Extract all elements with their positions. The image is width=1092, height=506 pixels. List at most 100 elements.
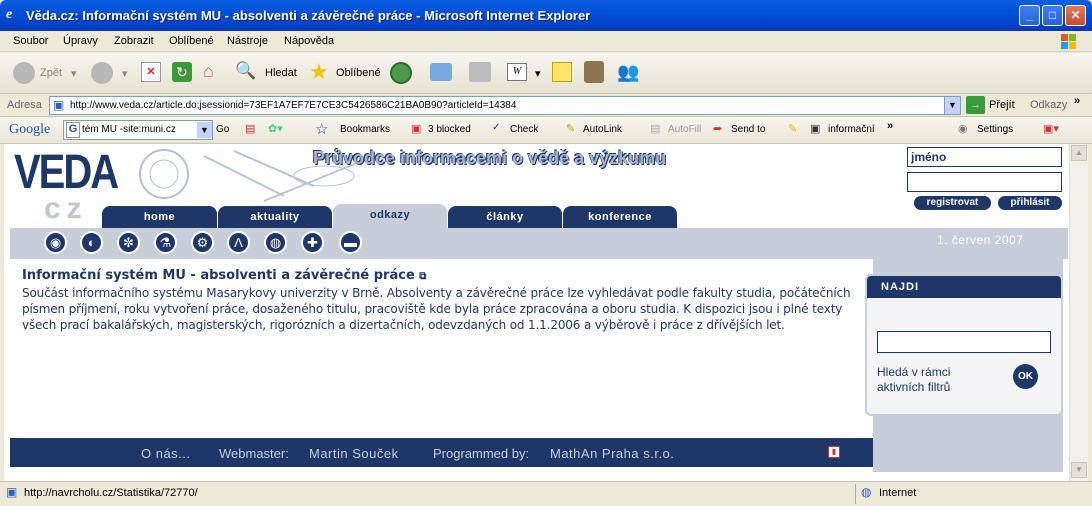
go-button[interactable]: Přejít [989,99,1015,111]
home-icon[interactable]: ⌂ [203,61,225,83]
tab-clanky[interactable]: články [448,206,562,228]
settings-icon[interactable]: ◉ [958,122,968,135]
send-to-button[interactable]: Send to [731,124,765,135]
popup-blocker-icon[interactable]: ▣ [411,122,421,135]
autofill-icon[interactable]: ▤ [650,122,660,135]
scroll-down-icon[interactable]: ▼ [1071,462,1087,478]
status-bar: ▣ http://navrcholu.cz/Statistika/72770/ … [0,481,1092,506]
favorites-icon[interactable]: ★ [309,59,329,85]
tab-konference[interactable]: konference [563,206,677,228]
menu-soubor[interactable]: Soubor [13,35,48,47]
programmer-link[interactable]: MathAn Praha s.r.o. [550,446,674,461]
webmaster-link[interactable]: Martin Souček [309,446,399,461]
mail-icon[interactable] [430,63,452,81]
category-ship-icon[interactable]: ▬ [339,231,362,254]
highlight-icon[interactable]: ✎ [788,122,797,135]
site-search-input[interactable] [877,331,1051,353]
google-search-input[interactable]: G tém MU -site:muni.cz ▼ [63,120,213,140]
category-tools-icon[interactable]: ✚ [301,231,324,254]
news-icon[interactable]: ▤ [245,122,255,135]
edit-dropdown-icon[interactable]: ▾ [535,67,541,80]
password-input[interactable] [907,172,1062,192]
menu-oblibene[interactable]: Oblíbené [169,35,214,47]
tab-aktuality[interactable]: aktuality [218,206,332,228]
menu-nastroje[interactable]: Nástroje [227,35,268,47]
status-page-icon: ▣ [6,485,18,499]
category-geometry-icon[interactable]: ◐ [80,231,103,254]
google-logo[interactable]: Google [9,122,50,138]
category-lab-icon[interactable]: ⚗ [154,231,177,254]
autofill-button[interactable]: AutoFill [668,124,701,135]
category-owl-icon[interactable]: ◉ [44,231,67,254]
about-link[interactable]: O nás... [141,446,191,461]
favorites-label[interactable]: Oblíbené [336,67,381,79]
statistics-counter-icon[interactable]: ▮ [828,446,840,458]
scroll-up-icon[interactable]: ▲ [1071,145,1087,161]
search-label[interactable]: Hledat [265,67,297,79]
programmed-label: Programmed by: [433,446,530,461]
google-query[interactable]: tém MU -site:muni.cz [82,124,176,135]
register-button[interactable]: registrovat [914,196,991,210]
links-label[interactable]: Odkazy [1030,99,1067,111]
edit-word-icon[interactable]: W [507,63,527,81]
history-icon[interactable] [390,62,412,84]
address-dropdown-icon[interactable]: ▼ [944,97,960,114]
discuss-icon[interactable] [552,62,572,82]
page-icon: ▣ [53,98,65,112]
web-page: VEDA cz Průvodce informacemi o vědě a vý… [4,144,1069,481]
status-url: http://navrcholu.cz/Statistika/72770/ [24,487,198,499]
google-dropdown-icon[interactable]: ▼ [197,122,212,138]
address-input[interactable]: ▣ http://www.veda.cz/article.do;jsession… [49,96,961,115]
popups-blocked[interactable]: 3 blocked [428,124,471,135]
spellcheck-icon[interactable]: ✓ [492,122,500,133]
category-atom-icon[interactable]: ✼ [117,231,140,254]
forward-icon[interactable] [91,62,113,84]
site-logo-cz: cz [44,192,88,225]
vertical-scrollbar[interactable]: ▲ ▼ [1069,144,1088,481]
tab-odkazy[interactable]: odkazy [333,204,447,228]
pagerank-icon[interactable]: ✿▾ [268,122,283,135]
article-title[interactable]: Informační systém MU - absolventi a závě… [22,268,426,283]
category-bike-icon[interactable]: ⚙ [191,231,214,254]
check-button[interactable]: Check [510,124,538,135]
menu-zobrazit[interactable]: Zobrazit [114,35,154,47]
address-url[interactable]: http://www.veda.cz/article.do;jsessionid… [70,100,516,111]
minimize-button[interactable]: _ [1019,5,1040,26]
back-icon[interactable] [13,62,35,84]
go-arrow-icon[interactable]: → [966,96,985,114]
forward-dropdown-icon[interactable]: ▾ [122,67,128,80]
more-chevron-icon[interactable]: » [887,120,893,132]
back-dropdown-icon[interactable]: ▾ [71,67,77,80]
stop-icon[interactable]: ✕ [141,62,161,82]
autolink-icon[interactable]: ✎ [566,122,575,135]
article-title-text[interactable]: Informační systém MU - absolventi a závě… [22,268,415,283]
category-compass-icon[interactable]: Λ [227,231,250,254]
refresh-icon[interactable]: ↻ [172,62,192,82]
research-icon[interactable] [584,61,604,83]
external-link-icon[interactable]: ⧉ [419,271,426,282]
username-input[interactable]: jméno [907,147,1062,167]
category-globe-icon[interactable]: ◍ [264,231,287,254]
menu-napoveda[interactable]: Nápověda [284,35,334,47]
options-icon[interactable]: ▣▾ [1043,122,1059,135]
word-find-button[interactable]: informační [828,124,875,135]
messenger-icon[interactable]: 👥 [617,62,639,83]
google-go-button[interactable]: Go [216,124,229,135]
autolink-button[interactable]: AutoLink [583,124,622,135]
back-label[interactable]: Zpět [40,67,62,79]
login-button[interactable]: přihlásit [998,196,1062,210]
links-chevron-icon[interactable]: » [1074,95,1080,107]
print-icon[interactable] [469,62,491,82]
word-find-icon[interactable]: ▣ [810,122,820,135]
bookmarks-button[interactable]: Bookmarks [340,124,390,135]
internet-globe-icon: ◍ [861,485,872,499]
search-ok-button[interactable]: OK [1013,364,1038,389]
maximize-button[interactable]: □ [1042,5,1063,26]
send-to-icon[interactable]: ➦ [713,122,722,135]
search-icon[interactable]: 🔍 [235,61,257,83]
bookmarks-star-icon[interactable]: ☆ [315,120,328,138]
tab-home[interactable]: home [102,206,217,228]
menu-upravy[interactable]: Úpravy [63,35,98,47]
close-button[interactable]: ✕ [1065,5,1086,26]
settings-button[interactable]: Settings [977,124,1013,135]
